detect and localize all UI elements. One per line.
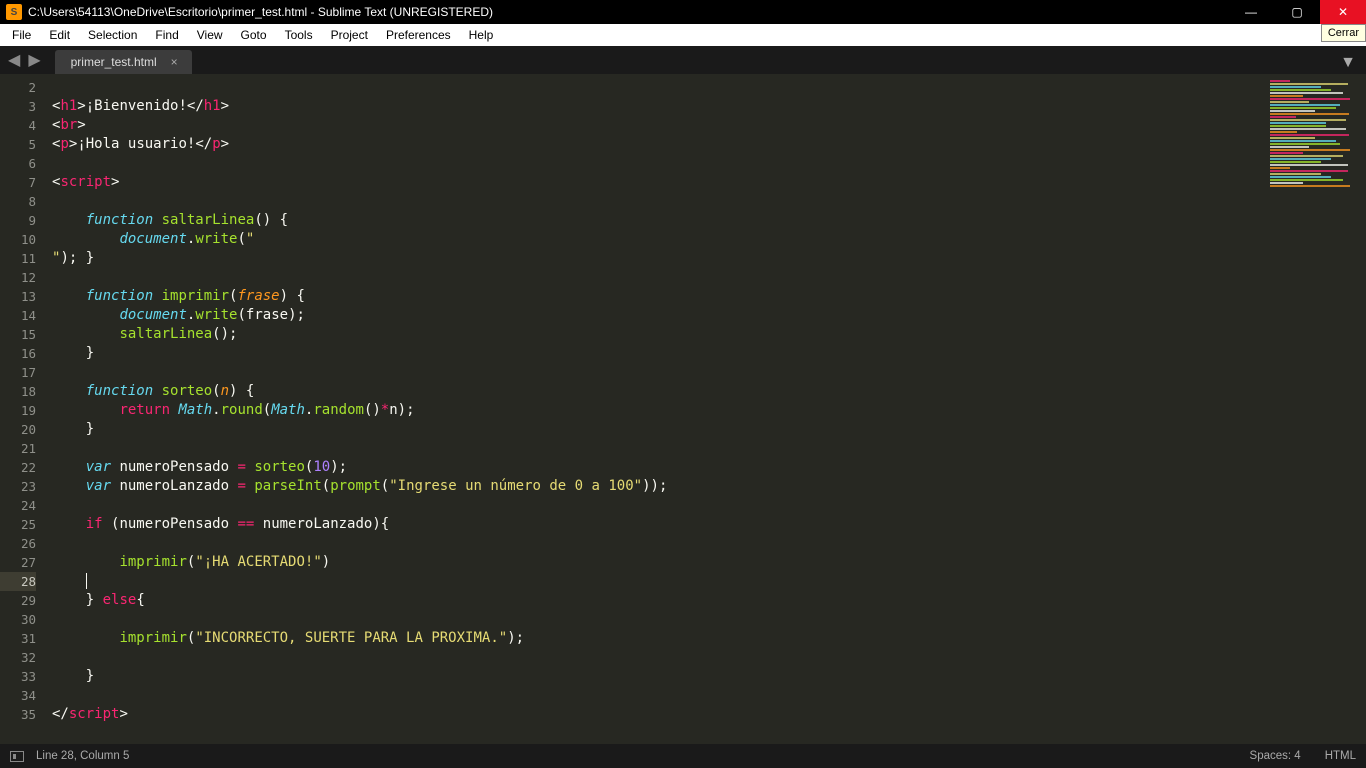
menu-edit[interactable]: Edit — [41, 26, 78, 44]
menu-selection[interactable]: Selection — [80, 26, 145, 44]
code-area[interactable]: <h1>¡Bienvenido!</h1><br><p>¡Hola usuari… — [46, 74, 1246, 744]
indent-setting[interactable]: Spaces: 4 — [1250, 750, 1301, 762]
titlebar: S C:\Users\54113\OneDrive\Escritorio\pri… — [0, 0, 1366, 24]
minimize-button[interactable]: — — [1228, 0, 1274, 24]
tab-label: primer_test.html — [71, 55, 157, 69]
menu-goto[interactable]: Goto — [233, 26, 275, 44]
tab-menu-icon[interactable]: ▼ — [1340, 54, 1356, 72]
file-tab[interactable]: primer_test.html × — [55, 50, 192, 74]
app-icon: S — [6, 4, 22, 20]
syntax-mode[interactable]: HTML — [1325, 750, 1356, 762]
menu-view[interactable]: View — [189, 26, 231, 44]
menubar: File Edit Selection Find View Goto Tools… — [0, 24, 1366, 46]
close-tooltip: Cerrar — [1321, 24, 1366, 42]
window-title: C:\Users\54113\OneDrive\Escritorio\prime… — [28, 5, 1228, 19]
menu-help[interactable]: Help — [461, 26, 502, 44]
menu-file[interactable]: File — [4, 26, 39, 44]
nav-fwd-icon[interactable]: ▶ — [28, 50, 40, 70]
maximize-button[interactable]: ▢ — [1274, 0, 1320, 24]
menu-preferences[interactable]: Preferences — [378, 26, 459, 44]
panel-switch-icon[interactable] — [10, 751, 24, 762]
tab-close-icon[interactable]: × — [171, 55, 178, 69]
minimap[interactable] — [1246, 74, 1366, 744]
statusbar: Line 28, Column 5 Spaces: 4 HTML — [0, 744, 1366, 768]
menu-tools[interactable]: Tools — [277, 26, 321, 44]
cursor-position[interactable]: Line 28, Column 5 — [36, 750, 129, 762]
gutter: 2345678910111213141516171819202122232425… — [0, 74, 46, 744]
tabbar: ◀ ▶ primer_test.html × ▼ — [0, 46, 1366, 74]
menu-find[interactable]: Find — [147, 26, 186, 44]
nav-back-icon[interactable]: ◀ — [8, 50, 20, 70]
editor[interactable]: 2345678910111213141516171819202122232425… — [0, 74, 1366, 744]
menu-project[interactable]: Project — [323, 26, 376, 44]
close-button[interactable]: ✕ — [1320, 0, 1366, 24]
